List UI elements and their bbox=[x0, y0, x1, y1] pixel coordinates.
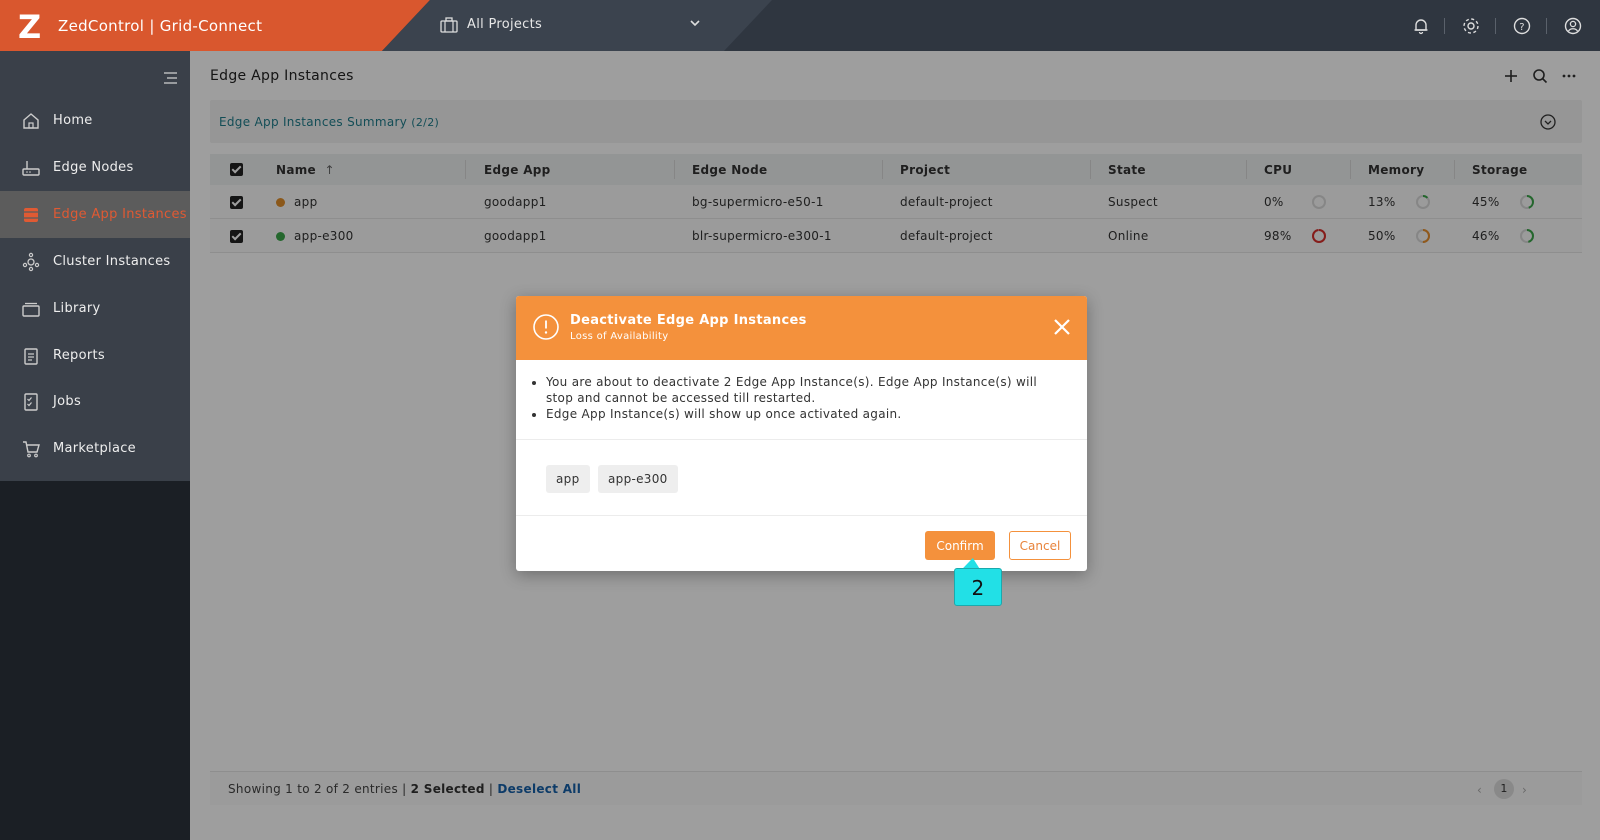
sidebar-item-reports[interactable]: Reports bbox=[0, 332, 190, 379]
app-title: ZedControl | Grid-Connect bbox=[58, 17, 263, 35]
sidebar-item-marketplace[interactable]: Marketplace bbox=[0, 425, 190, 472]
sidebar-item-label: Edge Nodes bbox=[53, 160, 134, 175]
gear-icon[interactable] bbox=[1461, 16, 1481, 36]
help-icon[interactable]: ? bbox=[1512, 16, 1532, 36]
home-icon bbox=[23, 113, 39, 129]
confirm-button[interactable]: Confirm bbox=[925, 531, 995, 560]
message-item: You are about to deactivate 2 Edge App I… bbox=[546, 374, 1066, 406]
dialog-subtitle: Loss of Availability bbox=[570, 331, 669, 342]
sidebar-item-cluster-instances[interactable]: Cluster Instances bbox=[0, 238, 190, 285]
message-item: Edge App Instance(s) will show up once a… bbox=[546, 406, 1066, 422]
divider bbox=[1546, 18, 1547, 34]
app-instance-icon bbox=[24, 208, 38, 222]
menu-collapse-icon[interactable] bbox=[162, 71, 178, 85]
bell-icon[interactable] bbox=[1411, 16, 1431, 36]
cancel-button[interactable]: Cancel bbox=[1009, 531, 1071, 560]
sidebar-item-edge-app-instances[interactable]: Edge App Instances bbox=[0, 191, 190, 238]
chevron-down-icon[interactable] bbox=[688, 16, 702, 30]
sidebar-item-label: Marketplace bbox=[53, 441, 136, 456]
sidebar-item-edge-nodes[interactable]: Edge Nodes bbox=[0, 144, 190, 191]
deactivate-dialog: Deactivate Edge App Instances Loss of Av… bbox=[516, 296, 1087, 571]
briefcase-icon[interactable] bbox=[440, 17, 458, 33]
sidebar-item-label: Edge App Instances bbox=[53, 207, 187, 222]
message-list: You are about to deactivate 2 Edge App I… bbox=[546, 374, 1066, 422]
sidebar-menu: Home Edge Nodes Edge App Instances Clust… bbox=[0, 51, 190, 481]
sidebar-item-label: Home bbox=[53, 113, 93, 128]
instance-chip: app-e300 bbox=[598, 465, 678, 493]
sidebar-item-label: Reports bbox=[53, 348, 105, 363]
dialog-header: Deactivate Edge App Instances Loss of Av… bbox=[516, 296, 1087, 360]
cart-icon bbox=[23, 441, 40, 458]
user-icon[interactable] bbox=[1563, 16, 1583, 36]
sidebar-item-jobs[interactable]: Jobs bbox=[0, 378, 190, 425]
close-icon[interactable] bbox=[1053, 318, 1071, 336]
cluster-icon bbox=[22, 252, 40, 272]
divider bbox=[1495, 18, 1496, 34]
top-bar: Z ZedControl | Grid-Connect All Projects… bbox=[0, 0, 1600, 51]
svg-text:?: ? bbox=[1519, 22, 1525, 33]
sidebar-item-library[interactable]: Library bbox=[0, 285, 190, 332]
library-icon bbox=[22, 302, 40, 317]
sidebar-item-home[interactable]: Home bbox=[0, 97, 190, 144]
warning-icon bbox=[533, 314, 559, 340]
step-badge: 2 bbox=[954, 568, 1002, 606]
sidebar: Home Edge Nodes Edge App Instances Clust… bbox=[0, 51, 190, 840]
selected-instances: app app-e300 bbox=[516, 440, 1087, 516]
reports-icon bbox=[24, 348, 38, 365]
dialog-title: Deactivate Edge App Instances bbox=[570, 313, 807, 328]
dialog-message: You are about to deactivate 2 Edge App I… bbox=[516, 360, 1087, 440]
jobs-icon bbox=[24, 393, 38, 411]
logo: Z bbox=[18, 8, 42, 46]
sidebar-item-label: Cluster Instances bbox=[53, 254, 171, 269]
sidebar-item-label: Jobs bbox=[53, 394, 82, 409]
sidebar-item-label: Library bbox=[53, 301, 101, 316]
router-icon bbox=[22, 161, 40, 176]
project-selector[interactable]: All Projects bbox=[467, 17, 542, 32]
divider bbox=[1444, 18, 1445, 34]
instance-chip: app bbox=[546, 465, 590, 493]
